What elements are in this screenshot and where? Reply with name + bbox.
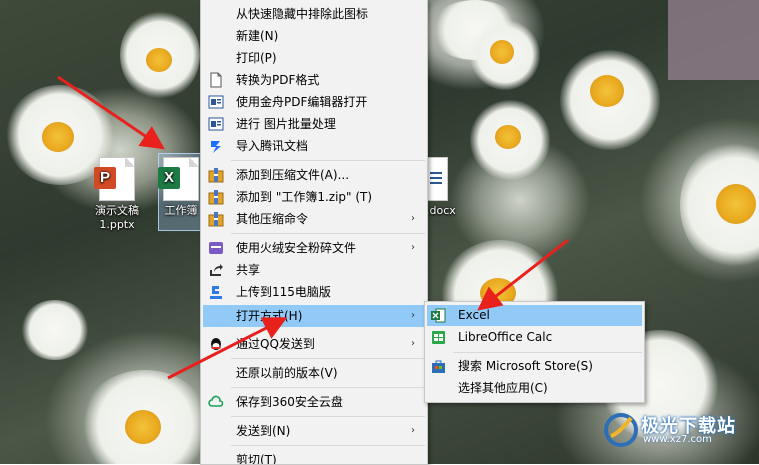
site-watermark: 极光下载站 www.xz7.com (603, 410, 753, 450)
annotation-arrow-to-file (57, 75, 165, 150)
annotation-arrows (57, 75, 569, 380)
watermark-url: www.xz7.com (643, 434, 712, 445)
watermark-logo-icon (604, 413, 638, 447)
annotation-arrow-to-excel (477, 238, 569, 311)
annotation-arrow-to-open-with (167, 317, 288, 380)
